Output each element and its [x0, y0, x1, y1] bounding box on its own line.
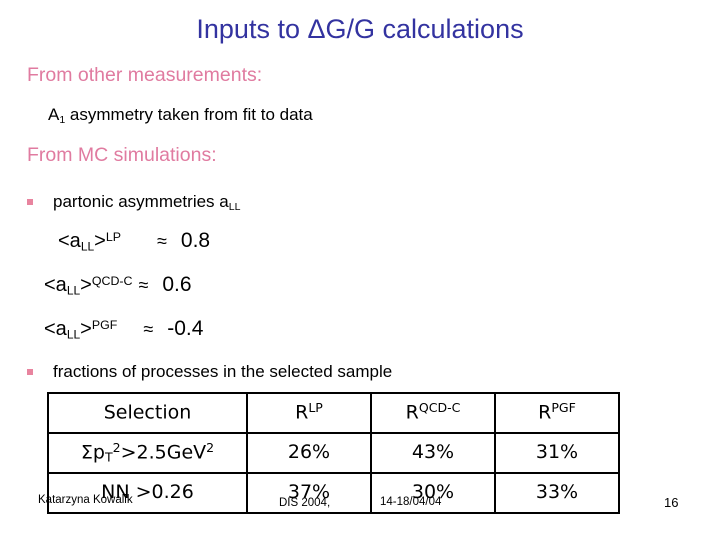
asymmetry-close-lp: >	[94, 230, 106, 252]
a1-asymmetry-line: A1 asymmetry taken from fit to data	[48, 105, 313, 126]
table-row: NN >0.26 37% 30% 33%	[47, 472, 620, 514]
bullet-square-icon	[27, 369, 33, 375]
asymmetry-superscript-pgf: PGF	[91, 317, 118, 332]
table-header-row: Selection RLP RQCD-C RPGF	[47, 392, 620, 434]
table-row: ΣpT2>2.5GeV2 26% 43% 31%	[47, 432, 620, 474]
table-cell-pt2-r-qcd-c: 43%	[370, 432, 496, 474]
table-header-r-pgf: RPGF	[494, 392, 620, 434]
selection-pt2-rest: >2.5GeV	[120, 441, 207, 464]
selection-pt2-subscript: T	[104, 449, 113, 465]
asymmetry-close-pgf: >	[80, 318, 92, 340]
asymmetry-relation-qcd-c: ≈	[138, 275, 149, 295]
asymmetry-open-pgf: <a	[44, 318, 67, 340]
footer-conference: DIS 2004,	[279, 497, 331, 509]
table-cell-selection-nn: NN >0.26	[47, 472, 248, 514]
section-heading-from-other-measurements: From other measurements:	[27, 64, 263, 86]
table-header-r-lp-base: R	[295, 401, 309, 424]
table-cell-selection-pt2: ΣpT2>2.5GeV2	[47, 432, 248, 474]
bullet-item-partonic-asymmetries: partonic asymmetries aLL	[27, 192, 240, 213]
footer-author: Katarzyna Kowalik	[38, 494, 133, 506]
asymmetry-relation-lp: ≈	[157, 231, 167, 251]
bullet-label-partonic: partonic asymmetries aLL	[53, 192, 240, 213]
table-header-r-qcd-c-base: R	[405, 401, 419, 424]
bullet-label-partonic-subscript: LL	[228, 200, 241, 213]
asymmetry-lhs-qcd-c: <aLL>QCD-C	[44, 273, 133, 298]
asymmetry-superscript-qcd-c: QCD-C	[91, 273, 133, 288]
asymmetry-open-lp: <a	[58, 230, 81, 252]
table-header-r-qcd-c-sup: QCD-C	[418, 400, 461, 416]
selection-pt2-rest-superscript: 2	[206, 439, 215, 455]
a1-symbol: A	[48, 105, 60, 124]
selection-pt2-sigma: Σp	[80, 441, 105, 464]
asymmetry-lhs-lp: <aLL>LP	[58, 229, 122, 254]
page-title: Inputs to ΔG/G calculations	[196, 14, 524, 44]
section-heading-from-mc-simulations: From MC simulations:	[27, 144, 217, 166]
asymmetry-row-lp: <aLL>LP ≈0.8	[58, 229, 210, 254]
asymmetry-value-pgf: -0.4	[167, 317, 204, 340]
bullet-label-partonic-text: partonic asymmetries a	[53, 192, 229, 211]
asymmetry-subscript-lp: LL	[80, 239, 95, 254]
table-header-r-pgf-base: R	[538, 401, 552, 424]
asymmetry-row-pgf: <aLL>PGF ≈ -0.4	[44, 317, 203, 342]
asymmetry-value-lp: 0.8	[180, 229, 211, 252]
asymmetry-relation-pgf: ≈	[143, 319, 154, 339]
table-cell-pt2-r-pgf: 31%	[494, 432, 620, 474]
bullet-square-icon	[27, 199, 33, 206]
table-header-selection: Selection	[47, 392, 248, 434]
selection-pt2-superscript: 2	[112, 439, 121, 455]
table-header-r-lp: RLP	[246, 392, 372, 434]
asymmetry-value-qcd-c: 0.6	[162, 273, 192, 296]
asymmetry-lhs-pgf: <aLL>PGF	[44, 317, 118, 342]
table-header-r-pgf-sup: PGF	[551, 400, 576, 416]
slide-canvas: Inputs to ΔG/G calculations From other m…	[0, 0, 720, 540]
asymmetry-close-qcd-c: >	[80, 274, 92, 296]
bullet-item-fractions-of-processes: fractions of processes in the selected s…	[27, 362, 392, 382]
asymmetry-subscript-pgf: LL	[66, 327, 81, 342]
asymmetry-open-qcd-c: <a	[44, 274, 67, 296]
table-header-selection-base: Selection	[103, 401, 192, 424]
asymmetry-subscript-qcd-c: LL	[66, 283, 81, 298]
table-cell-nn-r-pgf: 33%	[494, 472, 620, 514]
table-header-r-lp-sup: LP	[308, 400, 323, 416]
table-header-r-qcd-c: RQCD-C	[370, 392, 496, 434]
a1-description: asymmetry taken from fit to data	[65, 105, 313, 124]
bullet-label-fractions: fractions of processes in the selected s…	[53, 362, 393, 381]
asymmetry-row-qcd-c: <aLL>QCD-C ≈0.6	[44, 273, 192, 298]
footer-page-number: 16	[664, 495, 679, 510]
table-cell-pt2-r-lp: 26%	[246, 432, 372, 474]
asymmetry-superscript-lp: LP	[105, 229, 122, 244]
footer-date: 14-18/04/04	[380, 496, 442, 508]
